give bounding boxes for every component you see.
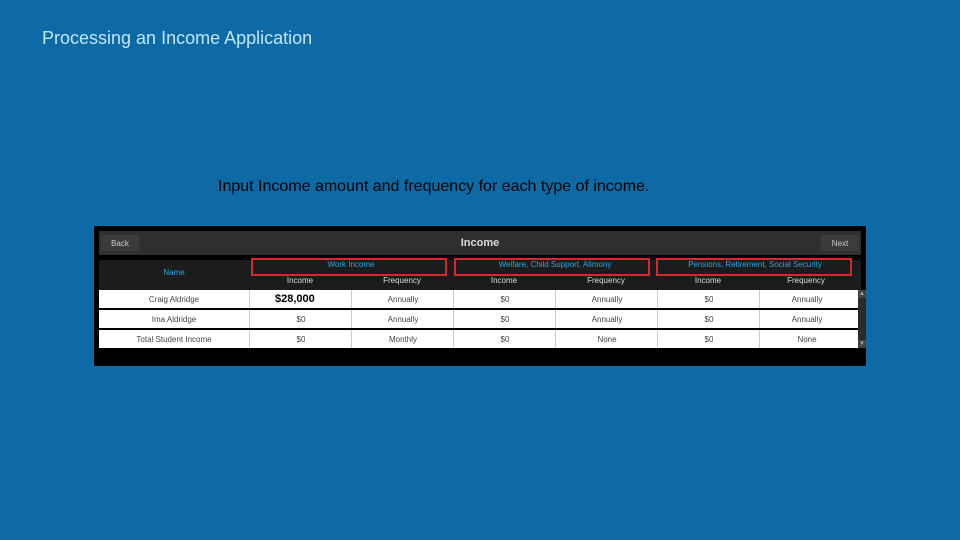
back-button[interactable]: Back — [101, 235, 139, 251]
cell[interactable]: $0 — [453, 330, 556, 348]
panel-header-bar: Back Income Next — [99, 231, 861, 255]
cell[interactable]: Annually — [555, 310, 658, 328]
sub-work-income: Income — [249, 276, 351, 290]
sub-work-freq: Frequency — [351, 276, 453, 290]
typed-income-value: $28,000 — [275, 293, 315, 305]
group-welfare: Welfare, Child Support, Alimony — [453, 260, 657, 274]
cell[interactable]: Annually — [759, 290, 854, 308]
table-row: Ima Aldridge$0Annually$0Annually$0Annual… — [99, 310, 861, 328]
sub-wcs-income: Income — [453, 276, 555, 290]
income-app-screenshot: Back Income Next Name Work Income Welfar… — [94, 226, 866, 366]
cell[interactable]: Annually — [759, 310, 854, 328]
cell[interactable]: $0 — [657, 330, 760, 348]
table-header: Name Work Income Welfare, Child Support,… — [99, 260, 861, 290]
scroll-up-icon[interactable]: ▲ — [858, 290, 866, 298]
cell[interactable]: Annually — [351, 290, 454, 308]
next-button[interactable]: Next — [821, 235, 859, 251]
panel-title: Income — [461, 237, 500, 249]
scrollbar[interactable]: ▲ ▼ — [858, 290, 866, 348]
table-row: Total Student Income$0Monthly$0None$0Non… — [99, 330, 861, 348]
cell: Ima Aldridge — [99, 310, 249, 328]
group-pension: Pensions, Retirement, Social Security — [657, 260, 853, 274]
cell[interactable]: $0 — [657, 310, 760, 328]
cell: Craig Aldridge — [99, 290, 249, 308]
cell[interactable]: $0 — [453, 290, 556, 308]
col-name: Name — [99, 268, 249, 282]
cell[interactable]: None — [759, 330, 854, 348]
cell[interactable]: $0 — [453, 310, 556, 328]
instruction-text: Input Income amount and frequency for ea… — [218, 178, 649, 196]
cell[interactable]: $0 — [249, 310, 352, 328]
cell[interactable]: $0 — [249, 330, 352, 348]
sub-pen-income: Income — [657, 276, 759, 290]
scroll-down-icon[interactable]: ▼ — [858, 340, 866, 348]
cell: Total Student Income — [99, 330, 249, 348]
sub-pen-freq: Frequency — [759, 276, 853, 290]
slide-title: Processing an Income Application — [42, 28, 312, 49]
group-work-income: Work Income — [249, 260, 453, 274]
cell[interactable]: None — [555, 330, 658, 348]
sub-wcs-freq: Frequency — [555, 276, 657, 290]
cell[interactable]: Monthly — [351, 330, 454, 348]
cell[interactable]: Annually — [555, 290, 658, 308]
table-row: Craig AldridgeAnnually$0Annually$0Annual… — [99, 290, 861, 308]
table-body: Craig AldridgeAnnually$0Annually$0Annual… — [99, 290, 861, 350]
cell[interactable]: $0 — [657, 290, 760, 308]
cell[interactable]: Annually — [351, 310, 454, 328]
